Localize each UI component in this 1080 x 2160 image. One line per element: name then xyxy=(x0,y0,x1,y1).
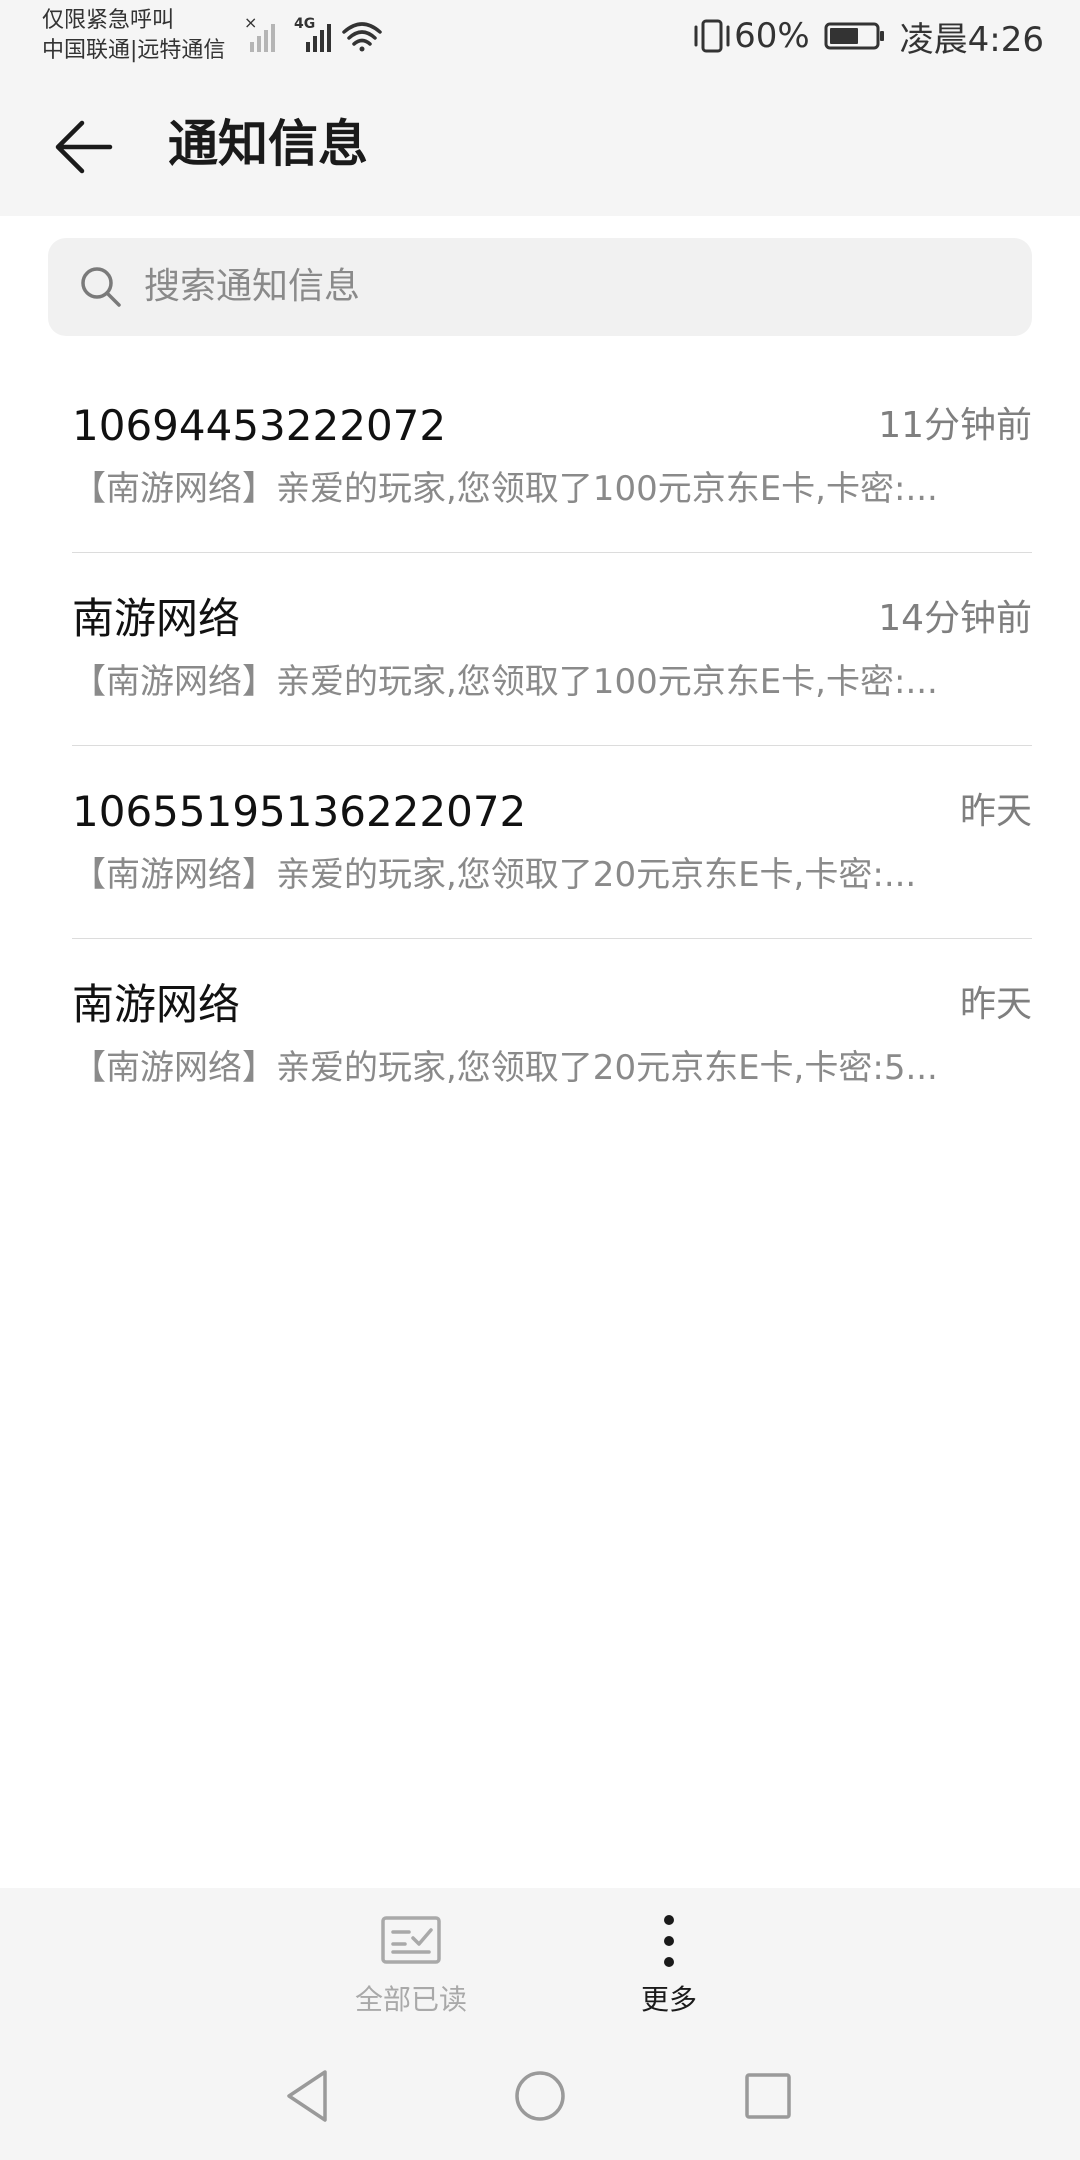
battery-icon xyxy=(824,22,884,50)
message-sender: 南游网络 xyxy=(72,594,241,643)
message-time: 昨天 xyxy=(959,791,1032,832)
message-sender: 南游网络 xyxy=(72,980,241,1029)
svg-text:×: × xyxy=(244,14,257,32)
search-input[interactable]: 搜索通知信息 xyxy=(144,238,360,336)
signal-icons: × 4G xyxy=(244,13,404,62)
message-sender: 10655195136222072 xyxy=(72,787,527,836)
wifi-icon xyxy=(342,22,382,52)
battery-percent: 60% xyxy=(734,16,810,56)
message-preview: 【南游网络】亲爱的玩家,您领取了100元京东E卡,卡密:... xyxy=(72,469,938,509)
message-item[interactable]: 南游网络 昨天 【南游网络】亲爱的玩家,您领取了20元京东E卡,卡密:5... xyxy=(72,939,1032,1131)
nav-home-button[interactable] xyxy=(500,2056,580,2136)
more-label: 更多 xyxy=(640,1983,697,2016)
mark-all-read-button[interactable]: 全部已读 xyxy=(301,1888,521,2032)
status-bar: 仅限紧急呼叫 中国联通|远特通信 × 4G 60% 凌晨4:26 xyxy=(0,0,1080,72)
vibrate-icon xyxy=(694,19,730,53)
message-list: 10694453222072 11分钟前 【南游网络】亲爱的玩家,您领取了100… xyxy=(72,360,1032,1131)
more-button[interactable]: 更多 xyxy=(559,1888,779,2032)
search-icon xyxy=(81,267,121,307)
message-preview: 【南游网络】亲爱的玩家,您领取了20元京东E卡,卡密:... xyxy=(72,855,917,895)
carrier-line-operators: 中国联通|远特通信 xyxy=(42,38,226,63)
status-right: 60% 凌晨4:26 xyxy=(690,0,1044,72)
back-button[interactable] xyxy=(46,112,122,182)
signal-icon: 4G xyxy=(294,16,331,52)
network-type: 4G xyxy=(294,16,315,32)
nav-home-icon xyxy=(515,2071,565,2121)
message-item[interactable]: 南游网络 14分钟前 【南游网络】亲爱的玩家,您领取了100元京东E卡,卡密:.… xyxy=(72,553,1032,746)
message-item[interactable]: 10694453222072 11分钟前 【南游网络】亲爱的玩家,您领取了100… xyxy=(72,360,1032,553)
carrier-line-emergency: 仅限紧急呼叫 xyxy=(42,8,175,33)
message-preview: 【南游网络】亲爱的玩家,您领取了20元京东E卡,卡密:5... xyxy=(72,1048,938,1088)
nav-back-button[interactable] xyxy=(268,2056,348,2136)
search-bar[interactable]: 搜索通知信息 xyxy=(48,238,1032,336)
message-sender: 10694453222072 xyxy=(72,401,447,450)
back-arrow-icon xyxy=(55,120,113,174)
message-item[interactable]: 10655195136222072 昨天 【南游网络】亲爱的玩家,您领取了20元… xyxy=(72,746,1032,939)
message-time: 11分钟前 xyxy=(878,405,1032,446)
mark-read-icon xyxy=(381,1916,441,1964)
message-time: 昨天 xyxy=(959,984,1032,1025)
nav-back-icon xyxy=(287,2070,327,2122)
bottom-toolbar: 全部已读 更多 xyxy=(0,1888,1080,2032)
system-nav-bar xyxy=(0,2032,1080,2160)
message-time: 14分钟前 xyxy=(878,598,1032,639)
nav-recents-button[interactable] xyxy=(728,2056,808,2136)
more-vertical-icon xyxy=(664,1915,674,1967)
carrier-info: 仅限紧急呼叫 中国联通|远特通信 xyxy=(42,6,225,66)
message-preview: 【南游网络】亲爱的玩家,您领取了100元京东E卡,卡密:... xyxy=(72,662,938,702)
page-title: 通知信息 xyxy=(168,115,368,173)
app-bar: 通知信息 xyxy=(0,72,1080,216)
nav-recents-icon xyxy=(745,2073,791,2119)
mark-all-read-label: 全部已读 xyxy=(354,1983,467,2016)
clock: 凌晨4:26 xyxy=(899,19,1044,60)
no-signal-icon: × xyxy=(244,13,275,52)
